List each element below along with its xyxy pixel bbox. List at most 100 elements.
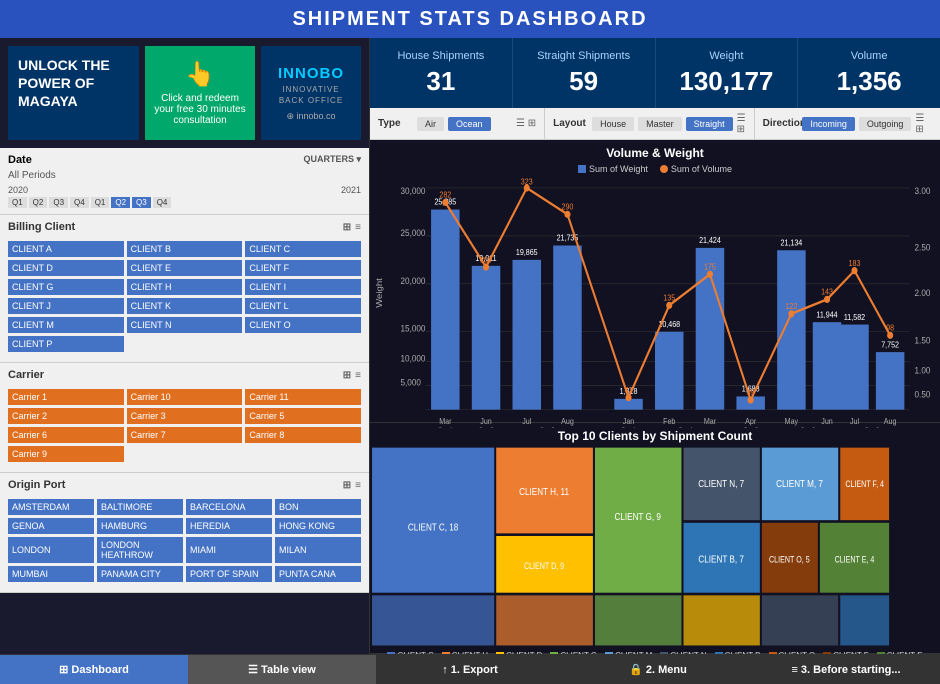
treemap-legend-client-n: CLIENT N xyxy=(660,651,706,654)
carrier-btn-carrier-9[interactable]: Carrier 9 xyxy=(8,446,124,462)
client-btn-client-m[interactable]: CLIENT M xyxy=(8,317,124,333)
layout-house-button[interactable]: House xyxy=(592,117,634,131)
port-btn-mumbai[interactable]: MUMBAI xyxy=(8,566,94,582)
quarter-q1-2021[interactable]: Q1 xyxy=(91,197,110,208)
port-btn-hamburg[interactable]: HAMBURG xyxy=(97,518,183,534)
client-btn-client-n[interactable]: CLIENT N xyxy=(127,317,243,333)
filter-icon-2[interactable]: ≡ xyxy=(355,222,361,233)
carrier-icon-2[interactable]: ≡ xyxy=(355,370,361,381)
client-btn-client-d[interactable]: CLIENT D xyxy=(8,260,124,276)
svg-text:135: 135 xyxy=(663,293,675,303)
filter-icon-1[interactable]: ⊞ xyxy=(343,222,351,233)
carrier-btn-carrier-5[interactable]: Carrier 5 xyxy=(245,408,361,424)
quarter-q2-2021[interactable]: Q2 xyxy=(111,197,130,208)
port-btn-panama-city[interactable]: PANAMA CITY xyxy=(97,566,183,582)
port-btn-london-heathrow[interactable]: LONDON HEATHROW xyxy=(97,537,183,563)
port-btn-bon[interactable]: BON xyxy=(275,499,361,515)
carrier-btn-carrier-11[interactable]: Carrier 11 xyxy=(245,389,361,405)
stat-card-volume: Volume1,356 xyxy=(798,38,940,108)
port-btn-miami[interactable]: MIAMI xyxy=(186,537,272,563)
client-btn-client-l[interactable]: CLIENT L xyxy=(245,298,361,314)
treemap-legend-client-g: CLIENT G xyxy=(550,651,597,654)
svg-text:CLIENT B, 7: CLIENT B, 7 xyxy=(698,552,743,564)
carrier-btn-carrier-1[interactable]: Carrier 1 xyxy=(8,389,124,405)
svg-text:CLIENT N, 7: CLIENT N, 7 xyxy=(698,477,744,489)
nav-before-starting[interactable]: ≡ 3. Before starting... xyxy=(752,655,940,684)
quarter-q1-2020[interactable]: Q1 xyxy=(8,197,27,208)
svg-text:CLIENT O, 5: CLIENT O, 5 xyxy=(769,554,810,564)
port-icon-1[interactable]: ⊞ xyxy=(343,480,351,491)
client-btn-client-k[interactable]: CLIENT K xyxy=(127,298,243,314)
svg-text:5,000: 5,000 xyxy=(401,377,421,388)
layout-straight-button[interactable]: Straight xyxy=(686,117,733,131)
direction-incoming-button[interactable]: Incoming xyxy=(802,117,855,131)
quarter-q2-2020[interactable]: Q2 xyxy=(29,197,48,208)
svg-text:CLIENT G, 9: CLIENT G, 9 xyxy=(615,510,661,522)
client-btn-client-p[interactable]: CLIENT P xyxy=(8,336,124,352)
port-btn-punta-cana[interactable]: PUNTA CANA xyxy=(275,566,361,582)
nav-export[interactable]: ↑ 1. Export xyxy=(376,655,564,684)
client-btn-client-a[interactable]: CLIENT A xyxy=(8,241,124,257)
promo-right[interactable]: INNOBO INNOVATIVE BACK OFFICE ⊕ innobo.c… xyxy=(261,46,361,140)
carrier-btn-carrier-3[interactable]: Carrier 3 xyxy=(127,408,243,424)
client-btn-client-o[interactable]: CLIENT O xyxy=(245,317,361,333)
promo-middle[interactable]: 👆 Click and redeem your free 30 minutes … xyxy=(145,46,255,140)
quarter-q4-2020[interactable]: Q4 xyxy=(70,197,89,208)
carrier-btn-carrier-2[interactable]: Carrier 2 xyxy=(8,408,124,424)
year-right: 2021 xyxy=(341,185,361,195)
port-btn-genoa[interactable]: GENOA xyxy=(8,518,94,534)
carrier-btn-carrier-8[interactable]: Carrier 8 xyxy=(245,427,361,443)
client-btn-client-i[interactable]: CLIENT I xyxy=(245,279,361,295)
carrier-btn-carrier-6[interactable]: Carrier 6 xyxy=(8,427,124,443)
nav-menu[interactable]: 🔒 2. Menu xyxy=(564,655,752,684)
date-section: Date QUARTERS ▾ All Periods 2020 2021 Q1… xyxy=(0,148,369,215)
svg-text:7,752: 7,752 xyxy=(881,340,899,350)
port-btn-baltimore[interactable]: BALTIMORE xyxy=(97,499,183,515)
port-icon-2[interactable]: ≡ xyxy=(355,480,361,491)
direction-outgoing-button[interactable]: Outgoing xyxy=(859,117,912,131)
treemap-legend-client-e: CLIENT E xyxy=(877,651,923,654)
port-btn-hong-kong[interactable]: HONG KONG xyxy=(275,518,361,534)
client-btn-client-h[interactable]: CLIENT H xyxy=(127,279,243,295)
svg-text:2.50: 2.50 xyxy=(915,242,931,253)
svg-text:1.00: 1.00 xyxy=(915,365,931,376)
port-btn-milan[interactable]: MILAN xyxy=(275,537,361,563)
type-air-button[interactable]: Air xyxy=(417,117,444,131)
client-btn-client-g[interactable]: CLIENT G xyxy=(8,279,124,295)
client-btn-client-b[interactable]: CLIENT B xyxy=(127,241,243,257)
client-btn-client-c[interactable]: CLIENT C xyxy=(245,241,361,257)
type-ocean-button[interactable]: Ocean xyxy=(448,117,491,131)
quarters-label[interactable]: QUARTERS ▾ xyxy=(303,154,361,166)
port-btn-port-of-spain[interactable]: PORT OF SPAIN xyxy=(186,566,272,582)
svg-text:143: 143 xyxy=(821,287,833,297)
quarter-q3-2021[interactable]: Q3 xyxy=(132,197,151,208)
direction-label: Direction xyxy=(763,118,799,129)
page-header: SHIPMENT STATS DASHBOARD xyxy=(0,0,940,38)
promo-middle-text: Click and redeem your free 30 minutes co… xyxy=(153,93,247,126)
treemap-legend-client-f: CLIENT F xyxy=(823,651,868,654)
port-btn-london[interactable]: LONDON xyxy=(8,537,94,563)
carrier-btn-carrier-7[interactable]: Carrier 7 xyxy=(127,427,243,443)
quarter-q3-2020[interactable]: Q3 xyxy=(49,197,68,208)
layout-master-button[interactable]: Master xyxy=(638,117,682,131)
quarter-q4-2021[interactable]: Q4 xyxy=(153,197,172,208)
carrier-btn-carrier-10[interactable]: Carrier 10 xyxy=(127,389,243,405)
client-btn-client-e[interactable]: CLIENT E xyxy=(127,260,243,276)
promo-logo-sub: INNOVATIVE BACK OFFICE xyxy=(269,84,353,106)
client-btn-client-f[interactable]: CLIENT F xyxy=(245,260,361,276)
nav-dashboard[interactable]: ⊞ Dashboard xyxy=(0,655,188,684)
svg-text:290: 290 xyxy=(562,202,574,212)
client-btn-client-j[interactable]: CLIENT J xyxy=(8,298,124,314)
port-btn-amsterdam[interactable]: AMSTERDAM xyxy=(8,499,94,515)
layout-icon[interactable]: ☰ ⊞ xyxy=(737,113,746,135)
svg-text:30,000: 30,000 xyxy=(401,185,426,196)
type-icon[interactable]: ☰ ⊞ xyxy=(516,118,536,129)
carrier-icon-1[interactable]: ⊞ xyxy=(343,370,351,381)
port-btn-heredia[interactable]: HEREDIA xyxy=(186,518,272,534)
treemap-legend-client-o: CLIENT O xyxy=(769,651,816,654)
carrier-label: Carrier xyxy=(8,369,44,381)
svg-text:323: 323 xyxy=(521,177,533,187)
port-btn-barcelona[interactable]: BARCELONA xyxy=(186,499,272,515)
nav-table[interactable]: ☰ Table view xyxy=(188,655,376,684)
direction-icon[interactable]: ☰ ⊞ xyxy=(915,113,932,135)
